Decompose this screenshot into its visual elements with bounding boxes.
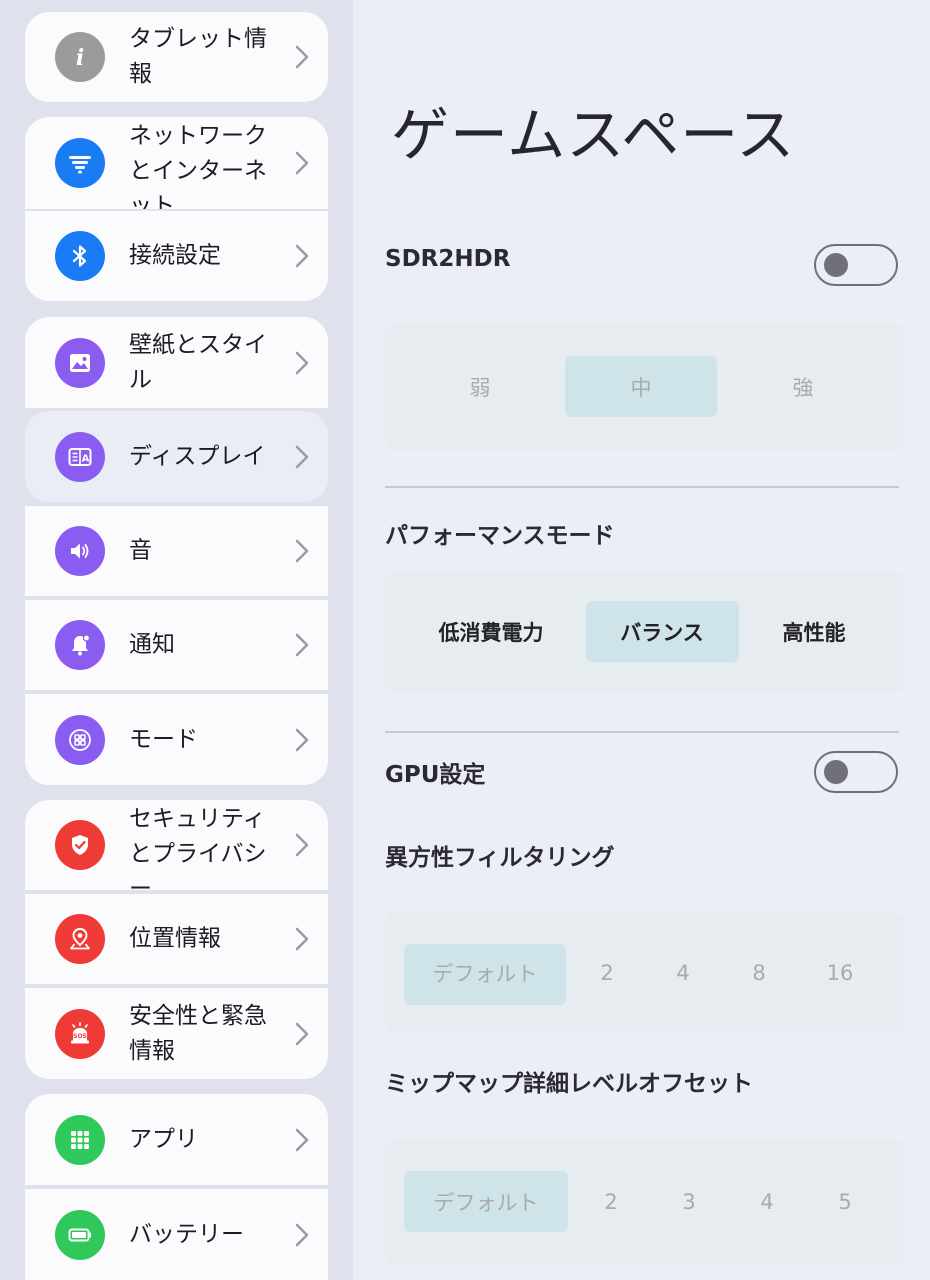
anisotropic-filtering-selector: デフォルト 2 4 8 16 (385, 913, 905, 1033)
sdr2hdr-toggle[interactable] (814, 244, 898, 286)
page-title: ゲームスペース (391, 101, 796, 169)
performance-option-high-performance[interactable]: 高性能 (783, 617, 846, 647)
mipmap-option-4[interactable]: 4 (760, 1190, 773, 1214)
toggle-knob (824, 760, 848, 784)
mipmap-option-3[interactable]: 3 (682, 1190, 695, 1214)
mipmap-option-default[interactable]: デフォルト (434, 1187, 539, 1217)
toggle-knob (824, 253, 848, 277)
info-icon: i (55, 32, 105, 82)
svg-text:SOS: SOS (73, 1033, 87, 1040)
section-divider (385, 731, 899, 733)
bluetooth-icon (55, 231, 105, 281)
sidebar-item-apps[interactable]: アプリ (25, 1094, 328, 1185)
section-divider (385, 486, 899, 488)
chevron-right-icon (292, 44, 312, 70)
performance-option-balanced[interactable]: バランス (620, 617, 704, 647)
game-space-panel: ゲームスペース SDR2HDR 弱 中 強 パフォーマンスモード 低消費電力 バ… (353, 0, 930, 1280)
sidebar-item-label: ディスプレイ (129, 443, 266, 469)
gpu-settings-label: GPU設定 (385, 762, 486, 788)
sdr2hdr-label: SDR2HDR (385, 246, 511, 272)
sidebar-item-sound[interactable]: 音 (25, 506, 328, 596)
mipmap-lod-offset-selector: デフォルト 2 3 4 5 (385, 1140, 905, 1264)
shield-icon (55, 820, 105, 870)
mipmap-lod-offset-label: ミップマップ詳細レベルオフセット (385, 1071, 753, 1097)
sidebar-item-safety-emergency[interactable]: SOS 安全性と緊急情報 (25, 988, 328, 1079)
chevron-right-icon (292, 632, 312, 658)
svg-text:A: A (82, 453, 90, 464)
chevron-right-icon (292, 243, 312, 269)
wifi-icon (55, 138, 105, 188)
anisotropic-option-8[interactable]: 8 (752, 961, 765, 985)
sdr2hdr-option-weak[interactable]: 弱 (470, 372, 491, 402)
svg-text:i: i (76, 45, 84, 71)
sidebar-item-label: 安全性と緊急情報 (129, 1002, 267, 1064)
chevron-right-icon (292, 1127, 312, 1153)
location-pin-icon (55, 914, 105, 964)
chevron-right-icon (292, 538, 312, 564)
mipmap-option-2[interactable]: 2 (604, 1190, 617, 1214)
sidebar-item-label: 壁紙とスタイル (129, 331, 267, 393)
sidebar-item-label: モード (129, 726, 198, 752)
chevron-right-icon (292, 1021, 312, 1047)
settings-sidebar: i タブレット情報 ネットワークとインターネット 接続設定 壁紙とスタイル A … (0, 0, 353, 1280)
image-icon (55, 337, 105, 388)
sidebar-item-label: ネットワークとインターネット (129, 123, 267, 209)
anisotropic-filtering-label: 異方性フィルタリング (385, 845, 615, 871)
sidebar-item-label: セキュリティとプライバシー (129, 806, 267, 890)
sidebar-item-notifications[interactable]: 通知 (25, 600, 328, 690)
chevron-right-icon (292, 150, 312, 176)
anisotropic-option-default[interactable]: デフォルト (433, 958, 538, 988)
chevron-right-icon (292, 832, 312, 858)
apps-grid-icon (55, 1114, 105, 1165)
sidebar-item-label: バッテリー (129, 1221, 244, 1247)
performance-mode-selector: 低消費電力 バランス 高性能 (385, 572, 905, 692)
anisotropic-option-16[interactable]: 16 (827, 961, 854, 985)
display-icon: A (55, 431, 105, 482)
sos-icon: SOS (55, 1008, 105, 1059)
sdr2hdr-option-medium[interactable]: 中 (631, 372, 652, 402)
sidebar-item-mode[interactable]: モード (25, 694, 328, 785)
sidebar-item-label: 位置情報 (129, 925, 221, 952)
mipmap-option-5[interactable]: 5 (838, 1190, 851, 1214)
sidebar-item-security[interactable]: セキュリティとプライバシー (25, 800, 328, 890)
sidebar-item-label: 音 (129, 537, 152, 564)
anisotropic-option-2[interactable]: 2 (600, 961, 613, 985)
sidebar-item-label: アプリ (129, 1126, 198, 1152)
performance-mode-label: パフォーマンスモード (385, 523, 615, 549)
chevron-right-icon (292, 444, 312, 470)
chevron-right-icon (292, 350, 312, 376)
sidebar-item-label: 接続設定 (129, 242, 221, 269)
sidebar-item-label: 通知 (129, 631, 175, 658)
performance-option-low-power[interactable]: 低消費電力 (439, 617, 544, 647)
anisotropic-option-4[interactable]: 4 (676, 961, 689, 985)
chevron-right-icon (292, 1222, 312, 1248)
sidebar-item-network[interactable]: ネットワークとインターネット (25, 117, 328, 209)
sidebar-item-battery[interactable]: バッテリー (25, 1189, 328, 1280)
sidebar-item-label: タブレット情報 (129, 26, 267, 87)
sidebar-item-tablet-info[interactable]: i タブレット情報 (25, 12, 328, 102)
chevron-right-icon (292, 727, 312, 753)
mode-grid-icon (55, 714, 105, 765)
sdr2hdr-level-selector: 弱 中 強 (385, 324, 905, 450)
bell-icon (55, 620, 105, 670)
sidebar-item-location[interactable]: 位置情報 (25, 894, 328, 984)
sidebar-item-connection[interactable]: 接続設定 (25, 211, 328, 301)
sdr2hdr-option-strong[interactable]: 強 (793, 372, 814, 402)
battery-icon (55, 1209, 105, 1260)
chevron-right-icon (292, 926, 312, 952)
sidebar-item-display[interactable]: A ディスプレイ (25, 411, 328, 502)
sidebar-item-wallpaper[interactable]: 壁紙とスタイル (25, 317, 328, 408)
speaker-icon (55, 526, 105, 576)
gpu-settings-toggle[interactable] (814, 751, 898, 793)
